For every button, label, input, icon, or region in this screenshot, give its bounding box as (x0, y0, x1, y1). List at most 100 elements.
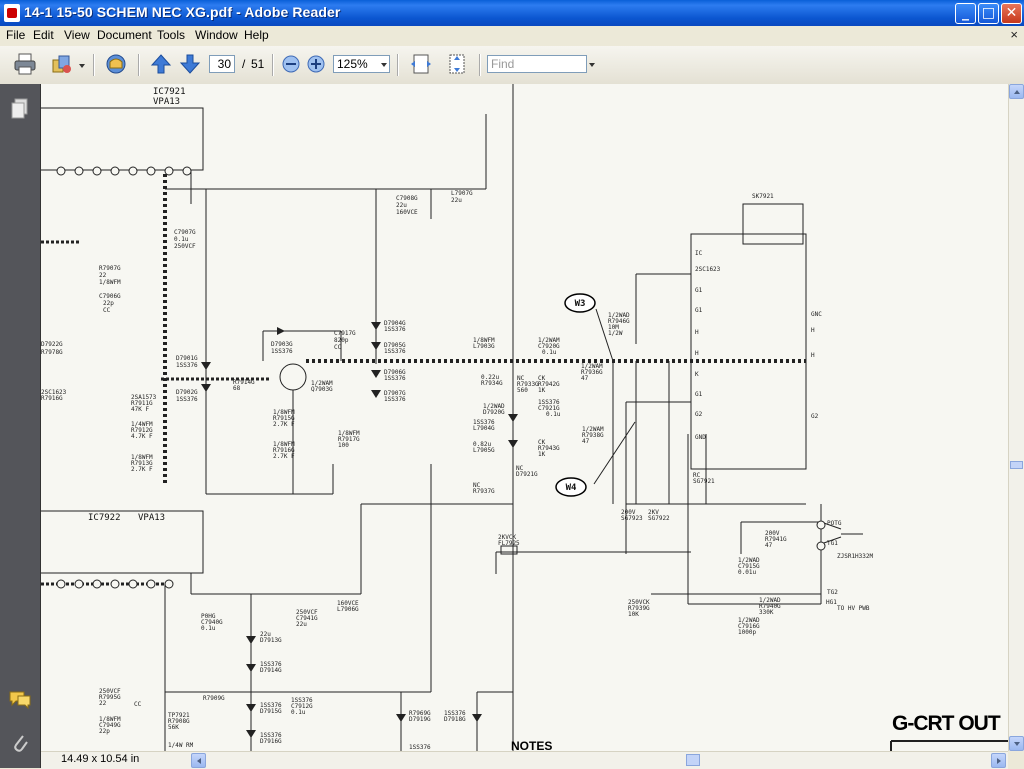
component-label: D7902G (176, 389, 198, 396)
menu-file[interactable]: File (6, 28, 25, 42)
component-label: Q7903G (311, 386, 333, 393)
page-number-input[interactable]: 30 (209, 55, 235, 73)
component-label: 1000p (738, 629, 756, 636)
component-label: SG7921 (693, 478, 715, 485)
w3-label: W3 (575, 299, 586, 309)
component-label: TG1 (827, 540, 838, 547)
scroll-down-button[interactable] (1009, 736, 1024, 751)
component-label: 330K (759, 609, 774, 616)
adobe-reader-icon (4, 4, 20, 22)
close-button[interactable]: ✕ (1001, 3, 1022, 24)
pages-icon[interactable] (10, 98, 30, 120)
component-label: 1SS376 (384, 348, 406, 355)
scroll-up-button[interactable] (1009, 84, 1024, 99)
find-input[interactable]: Find (487, 55, 587, 73)
menu-tools[interactable]: Tools (157, 28, 185, 42)
organizer-dropdown-icon[interactable] (79, 64, 85, 68)
component-label: C7906G (99, 293, 121, 300)
component-label: 1SS376 (384, 326, 406, 333)
close-icon: ✕ (1005, 5, 1018, 21)
component-label: D7922G (41, 341, 63, 348)
component-label: D7918G (444, 716, 466, 723)
component-label: 560 (517, 387, 528, 394)
fit-page-icon[interactable] (445, 52, 469, 76)
toolbar-separator (138, 54, 140, 76)
menu-document[interactable]: Document (97, 28, 152, 42)
component-label: 1SS376 (176, 396, 198, 403)
page-separator: / (242, 57, 246, 71)
next-page-icon[interactable] (178, 52, 202, 76)
print-icon[interactable] (13, 52, 37, 76)
component-label: L7903G (473, 343, 495, 350)
component-label: GND (695, 434, 706, 441)
component-label: R7907G (99, 265, 121, 272)
comments-icon[interactable] (8, 690, 32, 710)
component-label: IC (695, 250, 703, 257)
toolbar-separator (397, 54, 399, 76)
component-label: C7907G (174, 229, 196, 236)
schematic-page: W3 W4 IC7921 VPA13 IC7922 VPA13 SK7921 G… (41, 84, 1008, 751)
component-label: L7907G (451, 190, 473, 197)
notes-title: NOTES (511, 739, 552, 751)
component-label: CC (103, 307, 111, 314)
component-label: 22u (296, 621, 307, 628)
previous-page-icon[interactable] (149, 52, 173, 76)
component-label: 1K (538, 451, 546, 458)
w4-label: W4 (566, 483, 577, 493)
document-view[interactable]: W3 W4 IC7921 VPA13 IC7922 VPA13 SK7921 G… (41, 84, 1008, 751)
component-label: R7934G (481, 380, 503, 387)
component-label: H (695, 329, 699, 336)
ic7922-part: VPA13 (138, 513, 165, 523)
component-label: 1K (538, 387, 546, 394)
toolbar-separator (93, 54, 95, 76)
component-label: D7921G (516, 471, 538, 478)
h-scroll-thumb[interactable] (686, 754, 700, 766)
vertical-scrollbar[interactable] (1008, 84, 1024, 751)
zoom-in-icon[interactable] (306, 54, 326, 74)
component-label: 1SS376 (409, 744, 431, 751)
component-label: 250VCF (174, 243, 196, 250)
component-label: 0.1u (546, 411, 561, 418)
component-label: 47 (582, 438, 590, 445)
find-dropdown-icon[interactable] (589, 63, 595, 67)
menu-edit[interactable]: Edit (33, 28, 54, 42)
component-label: TG2 (827, 589, 838, 596)
component-label: 0.1u (291, 709, 306, 716)
horizontal-scrollbar[interactable] (41, 751, 1008, 769)
component-label: H (695, 350, 699, 357)
window-title: 14-1 15-50 SCHEM NEC XG.pdf - Adobe Read… (24, 4, 341, 20)
component-label: 0.01u (738, 569, 756, 576)
component-label: D7903G (271, 341, 293, 348)
fit-width-icon[interactable] (409, 52, 433, 76)
component-label: CC (334, 344, 342, 351)
zoom-dropdown-icon[interactable] (381, 63, 387, 67)
component-label: 100 (338, 442, 349, 449)
scroll-right-button[interactable] (991, 753, 1006, 768)
component-label: D7914G (260, 667, 282, 674)
component-label: 68 (233, 385, 241, 392)
component-label: D7920G (483, 409, 505, 416)
component-label: HG1 (826, 599, 837, 606)
section-title: G-CRT OUT (892, 712, 1001, 735)
organizer-icon[interactable] (50, 52, 74, 76)
component-label: CC (134, 701, 142, 708)
restore-button[interactable]: □ (978, 3, 999, 24)
component-label: 2.7K F (273, 421, 295, 428)
component-label: 22u (396, 202, 407, 209)
menu-view[interactable]: View (64, 28, 90, 42)
component-label: 1/8WFM (99, 279, 121, 286)
find-placeholder: Find (491, 57, 515, 71)
total-pages: 51 (251, 57, 265, 71)
scroll-left-button[interactable] (191, 753, 206, 768)
minimize-button[interactable]: _ (955, 3, 976, 24)
restore-icon: □ (981, 5, 996, 21)
status-bar (0, 751, 41, 768)
menu-window[interactable]: Window (195, 28, 238, 42)
component-label: SG7922 (648, 515, 670, 522)
component-label: D7919G (409, 716, 431, 723)
menu-help[interactable]: Help (244, 28, 269, 42)
scroll-thumb[interactable] (1010, 461, 1023, 469)
collaborate-icon[interactable] (104, 52, 128, 76)
zoom-out-icon[interactable] (281, 54, 301, 74)
document-close-icon[interactable]: × (1010, 27, 1018, 42)
